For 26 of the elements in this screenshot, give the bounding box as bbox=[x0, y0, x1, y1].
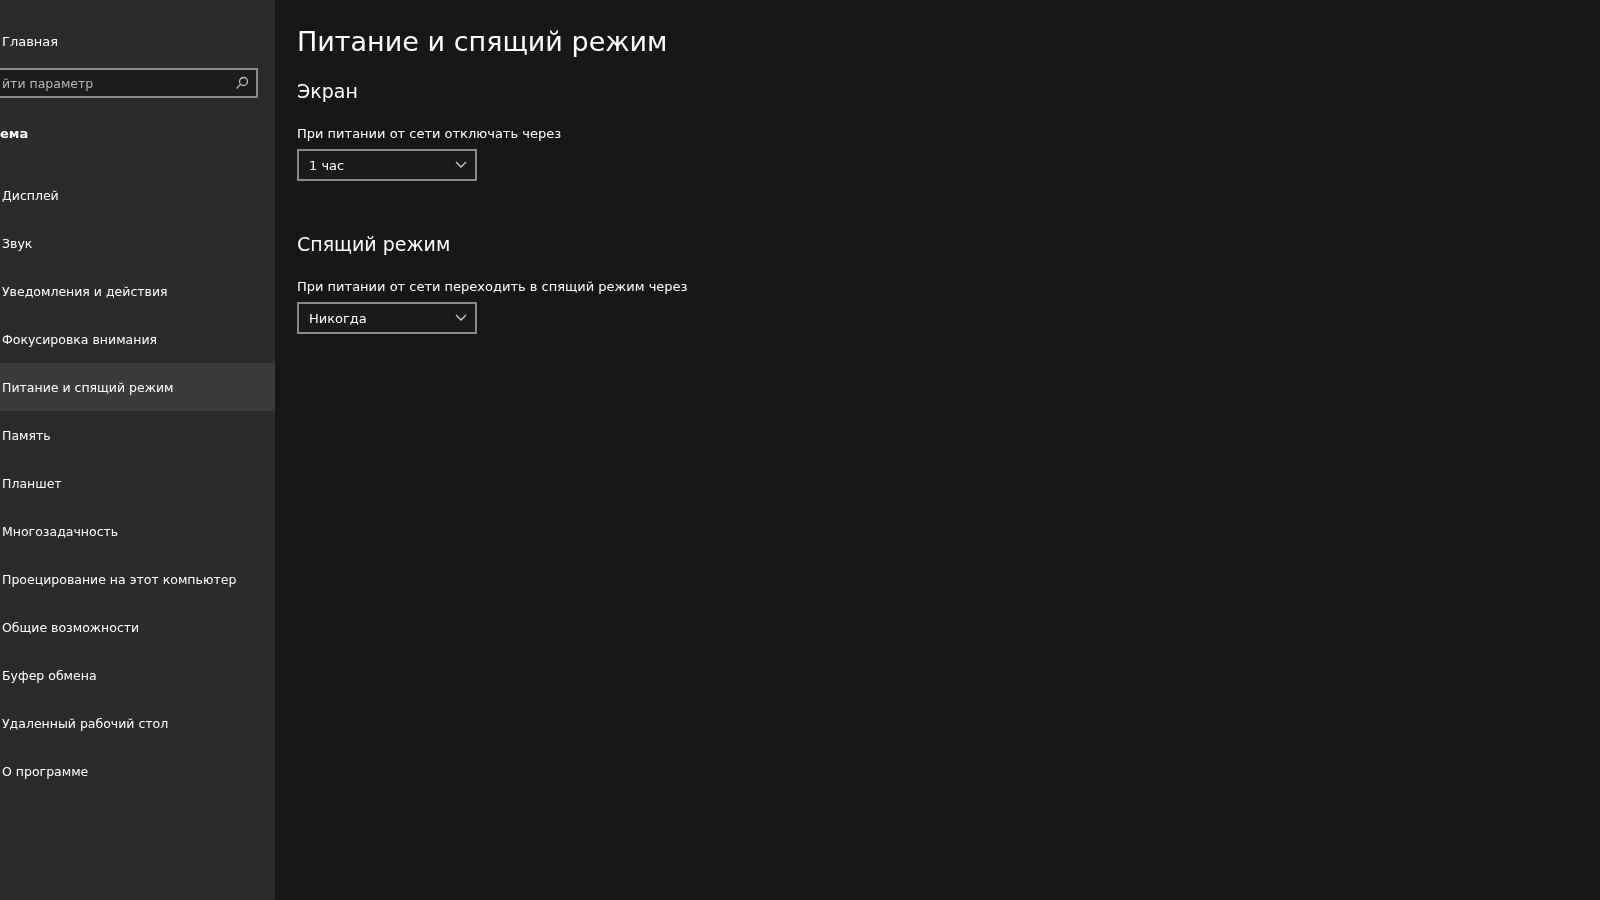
chevron-down-icon bbox=[455, 161, 467, 169]
sidebar-item[interactable]: Многозадачность bbox=[0, 507, 275, 555]
sidebar-item[interactable]: Память bbox=[0, 411, 275, 459]
sidebar-item[interactable]: Удаленный рабочий стол bbox=[0, 699, 275, 747]
sidebar-item[interactable]: О программе bbox=[0, 747, 275, 795]
section-heading: Экран bbox=[297, 80, 358, 102]
sidebar-item[interactable]: Звук bbox=[0, 219, 275, 267]
search-field[interactable]: йти параметр bbox=[0, 68, 258, 98]
sidebar-item[interactable]: Проецирование на этот компьютер bbox=[0, 555, 275, 603]
home-link[interactable]: Главная bbox=[0, 32, 59, 52]
sidebar-item[interactable]: Фокусировка внимания bbox=[0, 315, 275, 363]
setting-label: При питании от сети отключать через bbox=[297, 126, 562, 141]
sidebar-item[interactable]: Общие возможности bbox=[0, 603, 275, 651]
setting-label: При питании от сети переходить в спящий режим через bbox=[297, 279, 688, 294]
section-heading: ема bbox=[0, 126, 29, 141]
sidebar-item[interactable]: Питание и спящий режим bbox=[0, 363, 275, 411]
section-heading: Спящий режим bbox=[297, 233, 451, 255]
chevron-down-icon bbox=[455, 314, 467, 322]
sidebar-item[interactable]: Уведомления и действия bbox=[0, 267, 275, 315]
page-title: Питание и спящий режим bbox=[297, 25, 668, 59]
sidebar-item[interactable]: Планшет bbox=[0, 459, 275, 507]
search-icon bbox=[235, 76, 249, 90]
sidebar-item[interactable]: Буфер обмена bbox=[0, 651, 275, 699]
dropdown[interactable]: Никогда bbox=[297, 302, 477, 334]
sidebar-item[interactable]: Дисплей bbox=[0, 171, 275, 219]
dropdown[interactable]: 1 час bbox=[297, 149, 477, 181]
